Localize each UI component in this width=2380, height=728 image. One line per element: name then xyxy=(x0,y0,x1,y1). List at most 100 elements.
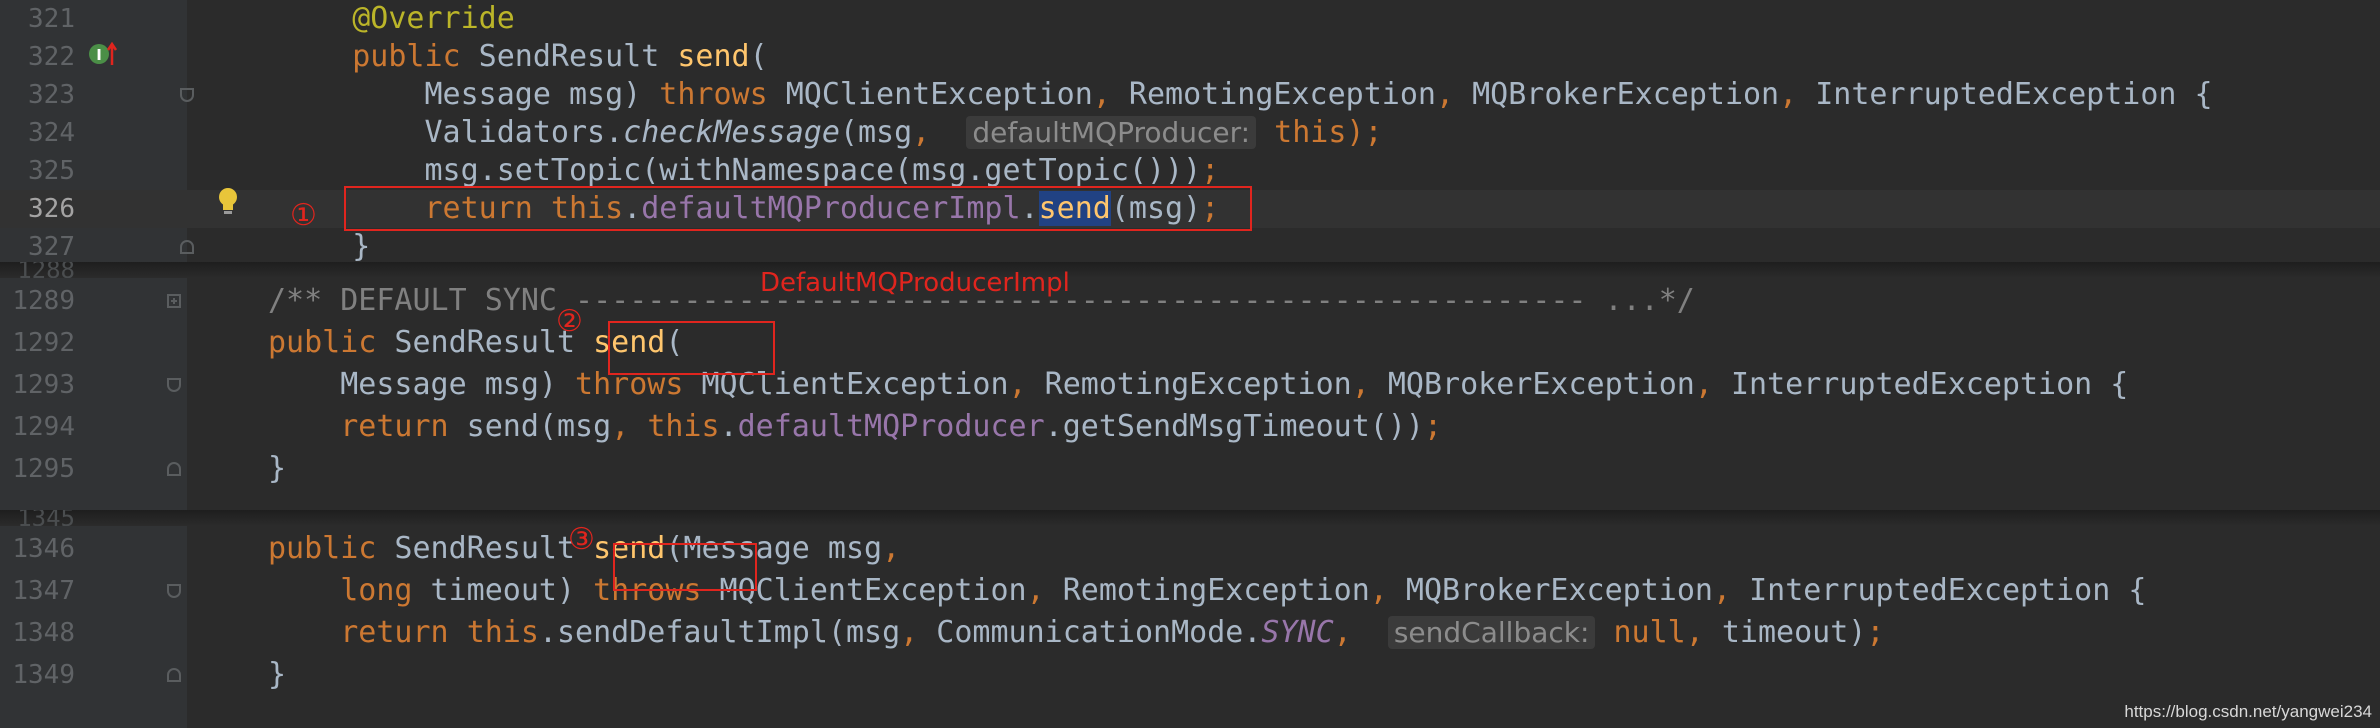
code-line[interactable]: 1295} xyxy=(0,448,2380,490)
class-label: DefaultMQProducerImpl xyxy=(760,268,1070,298)
code-text[interactable]: @Override xyxy=(280,0,515,38)
code-token: long xyxy=(340,573,413,608)
line-number: 323 xyxy=(28,80,75,110)
line-number: 326 xyxy=(28,194,75,224)
editor-pane-bottom: 1345 1346 public SendResult send(Message m… xyxy=(0,510,2380,728)
code-token: defaultMQProducer xyxy=(737,409,1045,444)
code-token: RemotingException xyxy=(1026,367,1352,402)
code-token: , xyxy=(1026,573,1045,608)
code-text[interactable]: return this.sendDefaultImpl(msg, Communi… xyxy=(268,612,1884,654)
code-token: } xyxy=(280,229,371,262)
code-token: this xyxy=(1274,115,1347,150)
code-token: InterruptedException { xyxy=(1797,77,2213,112)
code-token: checkMessage xyxy=(623,115,840,150)
fold-icon[interactable] xyxy=(167,668,181,682)
code-token: this xyxy=(466,615,539,650)
code-token: } xyxy=(268,657,287,692)
line-number: 1348 xyxy=(12,618,75,648)
code-token: , xyxy=(1685,615,1704,650)
code-token: RemotingException xyxy=(1044,573,1370,608)
code-token: public xyxy=(268,325,377,360)
code-token: ); xyxy=(1346,115,1383,150)
code-line[interactable]: 1346 public SendResult send(Message msg, xyxy=(0,528,2380,570)
line-number: 1347 xyxy=(12,576,75,606)
marker-2: ② xyxy=(556,304,583,339)
code-text[interactable]: msg.setTopic(withNamespace(msg.getTopic(… xyxy=(280,152,1219,190)
line-number: 1295 xyxy=(12,454,75,484)
code-token: , xyxy=(1779,77,1798,112)
line-number: 1346 xyxy=(12,534,75,564)
editor-pane-middle: 1288 1289/** DEFAULT SYNC ---------------… xyxy=(0,262,2380,510)
code-token: timeout) xyxy=(1703,615,1867,650)
code-text[interactable]: } xyxy=(280,228,370,262)
code-token: , xyxy=(912,115,931,150)
code-line[interactable]: 1349} xyxy=(0,654,2380,696)
line-number: 1288 xyxy=(17,262,75,278)
line-number: 325 xyxy=(28,156,75,186)
fold-separator: 1345 xyxy=(0,510,2380,526)
code-text[interactable]: return send(msg, this.defaultMQProducer.… xyxy=(268,406,1442,448)
code-text[interactable]: long timeout) throws MQClientException, … xyxy=(268,570,2146,612)
code-token: , xyxy=(1333,615,1352,650)
code-line[interactable]: 321 @Override xyxy=(0,0,2380,38)
code-text[interactable]: } xyxy=(268,448,286,490)
code-token: Validators. xyxy=(280,115,624,150)
code-token: SYNC xyxy=(1261,615,1334,650)
code-line[interactable]: 323 Message msg) throws MQClientExceptio… xyxy=(0,76,2380,114)
code-token: ( xyxy=(749,39,768,74)
code-token: @Override xyxy=(352,1,515,36)
code-line[interactable]: 327 } xyxy=(0,228,2380,262)
implements-gutter-icon[interactable]: I xyxy=(88,41,118,67)
fold-icon[interactable] xyxy=(167,294,181,308)
code-token: throws xyxy=(659,77,768,112)
fold-icon[interactable] xyxy=(167,462,181,476)
line-number: 1289 xyxy=(12,286,75,316)
highlight-box-2 xyxy=(608,321,775,375)
code-token: , xyxy=(1369,573,1388,608)
code-token: , xyxy=(1435,77,1455,112)
line-number: 1293 xyxy=(12,370,75,400)
code-line[interactable]: 322 public SendResult send( xyxy=(0,38,2380,76)
code-text[interactable]: Message msg) throws MQClientException, R… xyxy=(280,76,2213,114)
fold-icon[interactable] xyxy=(180,240,194,254)
code-line[interactable]: 1293 Message msg) throws MQClientExcepti… xyxy=(0,364,2380,406)
code-text[interactable]: Message msg) throws MQClientException, R… xyxy=(268,364,2128,406)
code-token: (msg xyxy=(839,115,913,150)
code-token: , xyxy=(882,531,901,566)
lightbulb-icon[interactable] xyxy=(217,187,239,217)
code-line[interactable]: 1292 public SendResult send( xyxy=(0,322,2380,364)
code-text[interactable]: Validators.checkMessage(msg, defaultMQPr… xyxy=(280,114,1383,152)
code-token: MQBrokerException xyxy=(1454,77,1780,112)
code-token: ; xyxy=(1423,409,1443,444)
code-token: SendResult xyxy=(460,39,678,74)
code-text[interactable]: public SendResult send( xyxy=(280,38,768,76)
code-line[interactable]: 1294 return send(msg, this.defaultMQProd… xyxy=(0,406,2380,448)
code-token: this xyxy=(647,409,720,444)
code-line[interactable]: 1289/** DEFAULT SYNC -------------------… xyxy=(0,280,2380,322)
code-line[interactable]: 324 Validators.checkMessage(msg, default… xyxy=(0,114,2380,152)
code-token: .sendDefaultImpl(msg xyxy=(538,615,901,650)
code-token: timeout) xyxy=(412,573,594,608)
code-text[interactable]: } xyxy=(268,654,286,696)
code-token: public xyxy=(268,531,377,566)
code-token: , xyxy=(1351,367,1370,402)
fold-icon[interactable] xyxy=(180,88,194,102)
fold-icon[interactable] xyxy=(167,584,181,598)
code-line[interactable]: 325 msg.setTopic(withNamespace(msg.getTo… xyxy=(0,152,2380,190)
code-token: Message msg) xyxy=(280,77,660,112)
code-line[interactable]: 1348 return this.sendDefaultImpl(msg, Co… xyxy=(0,612,2380,654)
line-number: 327 xyxy=(28,232,75,262)
line-number: 1292 xyxy=(12,328,75,358)
code-token: , xyxy=(900,615,919,650)
code-token: InterruptedException { xyxy=(1712,367,2129,402)
svg-text:I: I xyxy=(96,46,102,64)
code-line[interactable]: 1347 long timeout) throws MQClientExcept… xyxy=(0,570,2380,612)
fold-icon[interactable] xyxy=(167,378,181,392)
